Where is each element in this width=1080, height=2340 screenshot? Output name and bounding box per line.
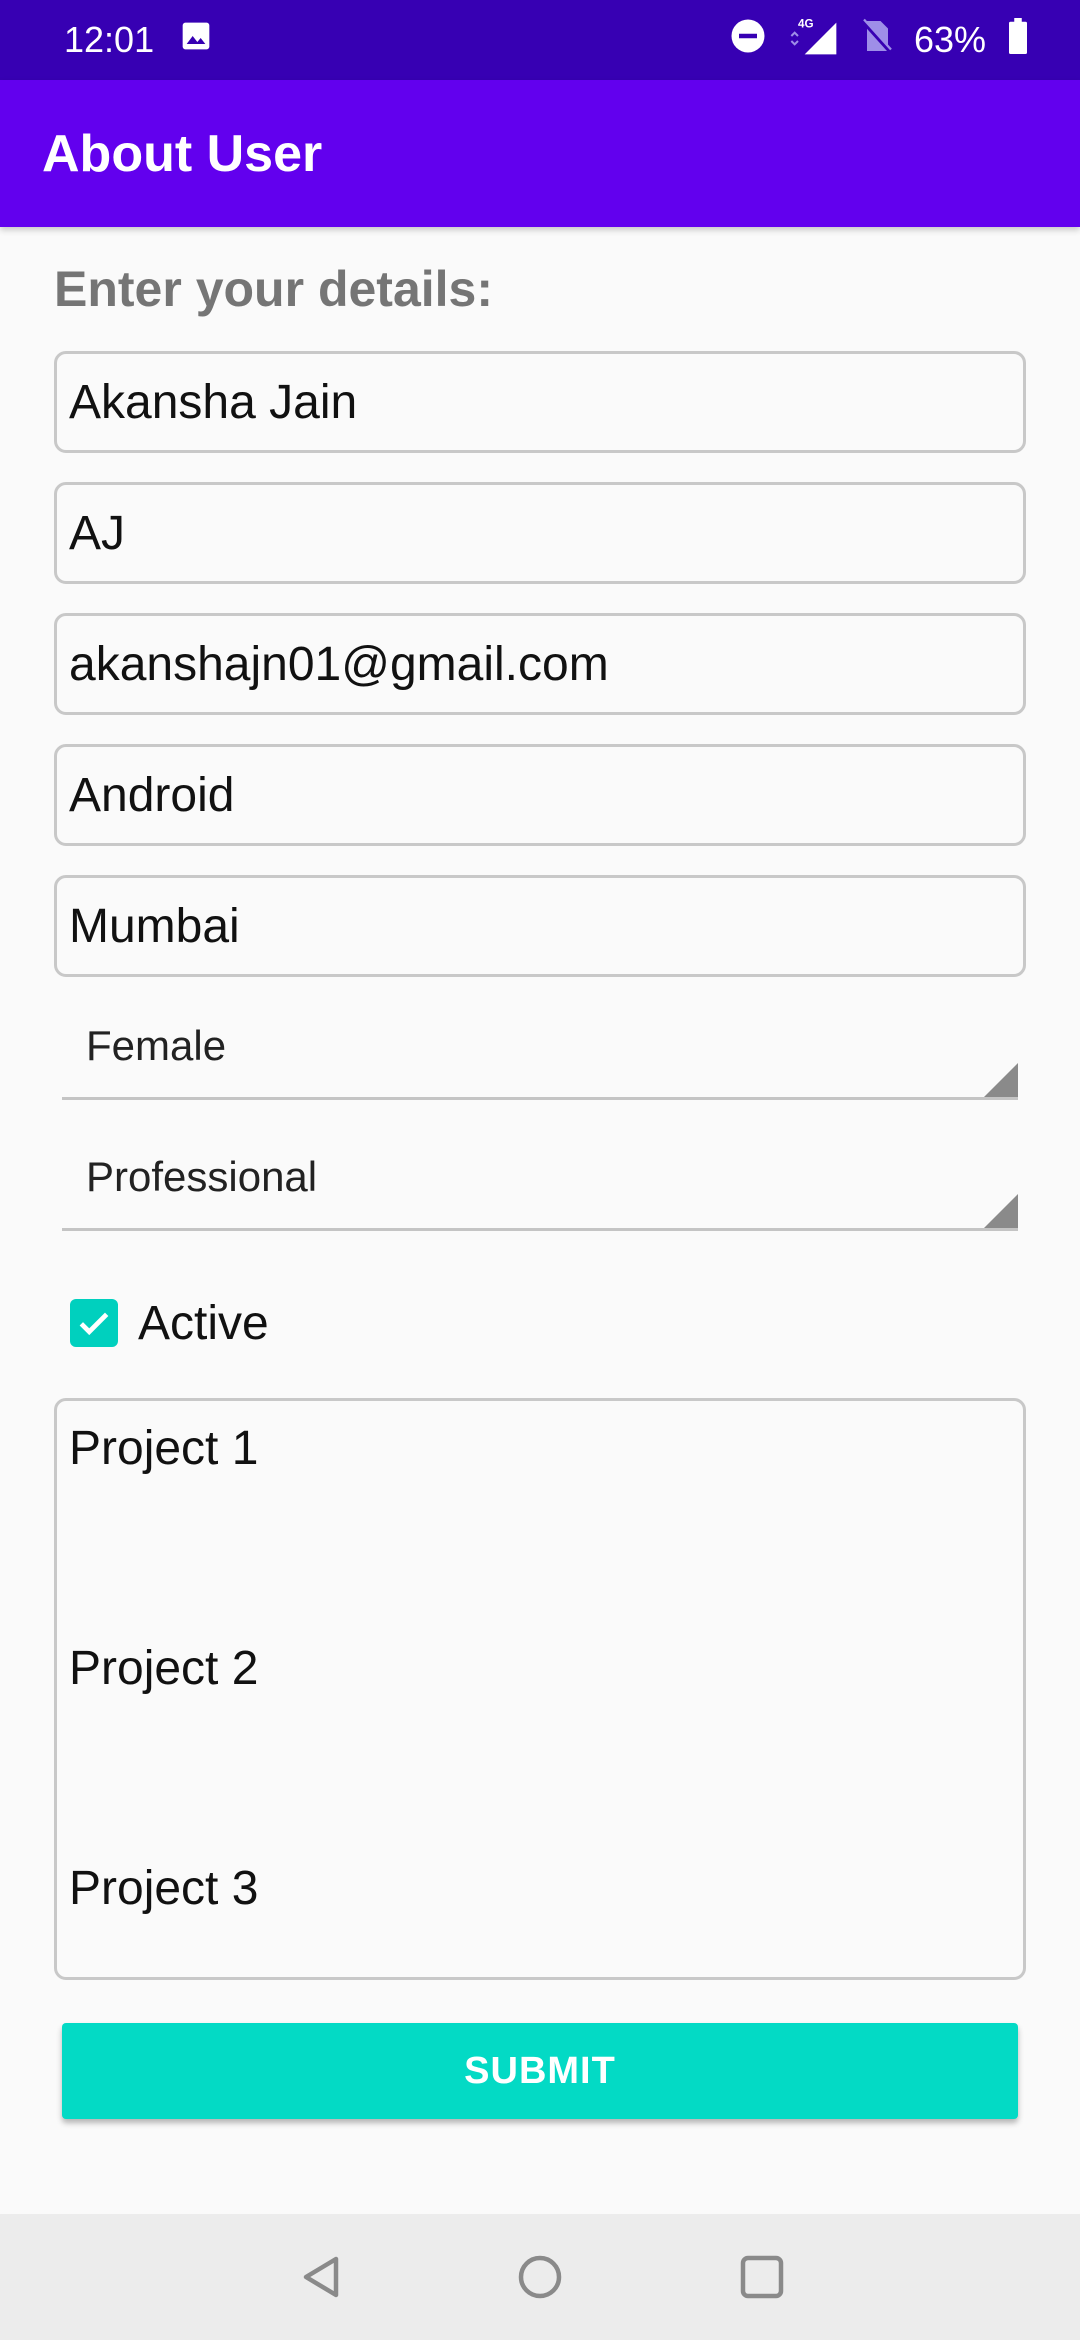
status-time: 12:01 [64, 19, 155, 60]
type-spinner[interactable]: Professional [62, 1127, 1018, 1231]
page-title: About User [42, 124, 323, 183]
projects-textarea[interactable]: Project 1 Project 2 Project 3 [54, 1398, 1026, 1980]
network-type: 4G [798, 17, 814, 30]
navigation-bar [0, 2214, 1080, 2340]
project-line: Project 3 [69, 1862, 259, 1915]
active-checkbox-label: Active [138, 1296, 269, 1350]
do-not-disturb-icon [730, 18, 766, 63]
project-line: Project 2 [69, 1642, 259, 1695]
skill-field[interactable]: Android [54, 744, 1026, 846]
dropdown-arrow-icon [984, 1063, 1018, 1097]
signal-icon: 4G [788, 16, 838, 65]
no-sim-icon [860, 18, 892, 63]
dropdown-arrow-icon [984, 1194, 1018, 1228]
gender-spinner-value: Female [86, 1022, 227, 1069]
battery-level: 63% [913, 19, 986, 60]
battery-icon [1008, 17, 1028, 63]
nickname-field[interactable]: AJ [54, 482, 1026, 584]
check-icon [79, 1312, 109, 1336]
active-checkbox[interactable] [70, 1299, 118, 1347]
form-heading: Enter your details: [54, 261, 493, 317]
back-icon[interactable] [296, 2252, 346, 2302]
app-bar: About User [0, 80, 1080, 227]
project-line: Project 1 [69, 1422, 259, 1475]
type-spinner-value: Professional [86, 1153, 318, 1200]
status-bar: 12:01 4G 63% [0, 0, 1080, 80]
gender-spinner[interactable]: Female [62, 996, 1018, 1100]
name-field[interactable]: Akansha Jain [54, 351, 1026, 453]
home-icon[interactable] [515, 2252, 565, 2302]
status-left: 12:01 [64, 19, 212, 61]
image-icon [180, 19, 212, 61]
status-right: 4G 63% [730, 16, 1028, 65]
recents-icon[interactable] [737, 2252, 787, 2302]
submit-button[interactable]: SUBMIT [62, 2023, 1018, 2119]
active-checkbox-row[interactable]: Active [70, 1295, 269, 1351]
city-field[interactable]: Mumbai [54, 875, 1026, 977]
email-field[interactable]: akanshajn01@gmail.com [54, 613, 1026, 715]
